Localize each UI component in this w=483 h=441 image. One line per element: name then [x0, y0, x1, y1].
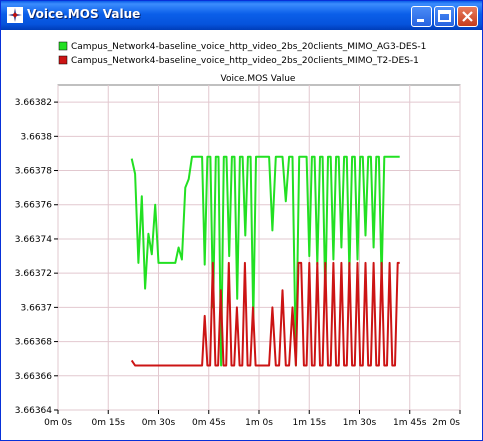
x-tick-label: 0m 15s: [92, 418, 126, 428]
legend-swatch-series-1: [58, 41, 68, 51]
x-tick-label: 2m 0s: [432, 418, 460, 428]
legend: Campus_Network4-baseline_voice_http_vide…: [58, 41, 426, 66]
x-tick-label: 0m 0s: [44, 418, 72, 428]
y-tick-label: 3.66382: [15, 98, 52, 108]
maximize-icon: [438, 10, 451, 22]
x-tick-label: 0m 45s: [192, 418, 226, 428]
window-title: Voice.MOS Value: [27, 7, 141, 21]
y-tick-label: 3.66366: [15, 372, 52, 382]
y-tick-label: 3.66368: [15, 338, 52, 348]
y-tick-label: 3.66364: [15, 406, 52, 416]
y-tick-label: 3.6637: [21, 303, 53, 313]
x-tick-label: 1m 15s: [293, 418, 327, 428]
minimize-icon: [417, 19, 424, 22]
y-tick-label: 3.66374: [15, 235, 52, 245]
legend-label-series-1: Campus_Network4-baseline_voice_http_vide…: [71, 42, 426, 52]
maximize-button[interactable]: [434, 6, 455, 27]
legend-label-series-2: Campus_Network4-baseline_voice_http_vide…: [71, 56, 419, 66]
chart-title: Voice.MOS Value: [221, 74, 296, 84]
x-tick-label: 0m 30s: [142, 418, 176, 428]
legend-swatch-series-2: [58, 55, 68, 65]
minimize-button[interactable]: [411, 6, 432, 27]
app-icon: [7, 7, 23, 23]
x-tick-label: 1m 0s: [245, 418, 273, 428]
close-icon: [462, 11, 473, 22]
close-button[interactable]: [457, 6, 478, 27]
title-bar[interactable]: Voice.MOS Value: [1, 1, 482, 30]
x-tick-label: 1m 45s: [393, 418, 427, 428]
y-tick-label: 3.66376: [15, 201, 52, 211]
chart: Campus_Network4-baseline_voice_http_vide…: [15, 41, 461, 428]
chart-window: Voice.MOS Value Campus_Network4-baseline…: [0, 0, 483, 441]
y-tick-label: 3.66372: [15, 269, 52, 279]
y-tick-label: 3.6638: [21, 132, 53, 142]
x-tick-label: 1m 30s: [343, 418, 377, 428]
y-tick-label: 3.66378: [15, 167, 52, 177]
